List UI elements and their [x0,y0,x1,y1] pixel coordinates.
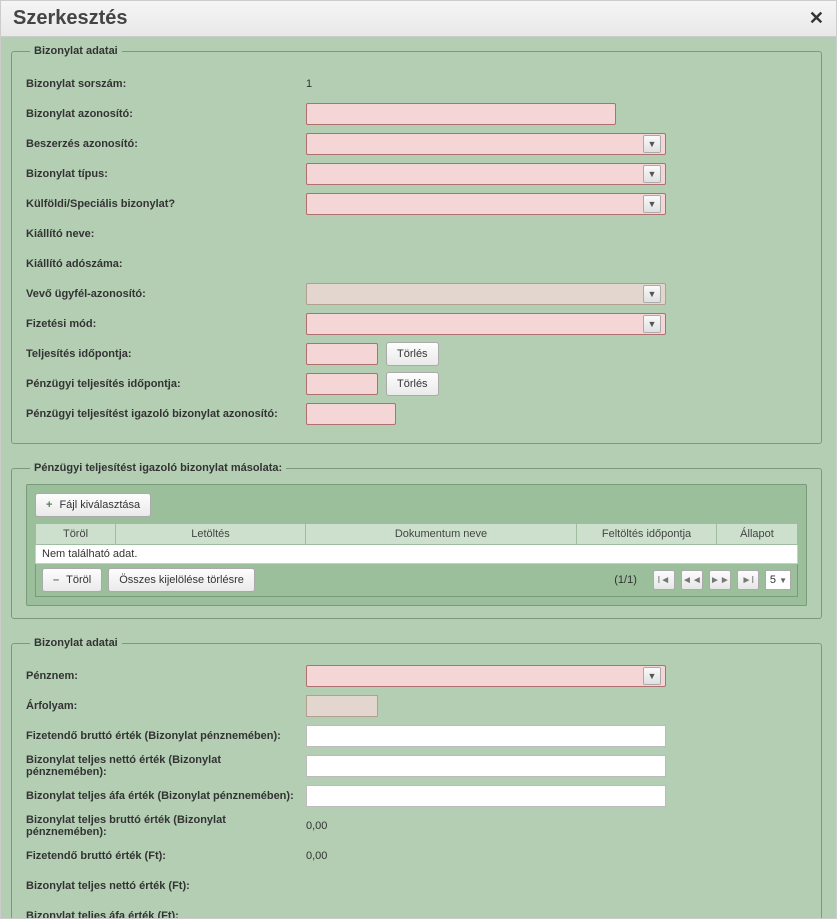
panel-legend: Pénzügyi teljesítést igazoló bizonylat m… [30,462,286,474]
label-arfolyam: Árfolyam: [26,700,306,712]
label-penznem: Pénznem: [26,670,306,682]
select-file-button[interactable]: Fájl kiválasztása [35,493,151,517]
plus-icon [46,499,55,511]
combo-penznem[interactable]: ▼ [306,665,666,687]
input-netto-pn[interactable] [306,755,666,777]
label-netto-pn: Bizonylat teljes nettó érték (Bizonylat … [26,754,306,778]
pager-row: Töröl Összes kijelölése törlésre (1/1) I… [35,564,798,597]
chevron-down-icon: ▼ [643,667,661,685]
label-azonosito: Bizonylat azonosító: [26,108,306,120]
label-teljesites: Teljesítés időpontja: [26,348,306,360]
dialog-header: Szerkesztés ✕ [1,1,836,37]
input-penzteljesites-date[interactable] [306,373,378,395]
label-brutto-pn: Bizonylat teljes bruttó érték (Bizonylat… [26,814,306,838]
file-table-header: Töröl Letöltés Dokumentum neve Feltöltés… [35,523,798,545]
select-all-delete-button[interactable]: Összes kijelölése törlésre [108,568,255,592]
panel-legend: Bizonylat adatai [30,45,122,57]
th-name: Dokumentum neve [306,524,577,544]
chevron-down-icon: ▼ [643,165,661,183]
input-azonosito[interactable] [306,103,616,125]
value-brutto-pn: 0,00 [306,820,327,832]
label-fizmod: Fizetési mód: [26,318,306,330]
chevron-down-icon: ▼ [643,195,661,213]
minus-icon [53,574,62,586]
th-download: Letöltés [116,524,306,544]
combo-beszerzes[interactable]: ▼ [306,133,666,155]
label-vevo: Vevő ügyfél-azonosító: [26,288,306,300]
select-file-label: Fájl kiválasztása [59,499,140,511]
pager-first-icon[interactable]: I◄ [653,570,675,590]
label-penzbiz: Pénzügyi teljesítést igazoló bizonylat a… [26,408,306,420]
input-afa-pn[interactable] [306,785,666,807]
th-time: Feltöltés időpontja [577,524,717,544]
label-kiallito-nev: Kiállító neve: [26,228,306,240]
pager-last-icon[interactable]: ►I [737,570,759,590]
label-tipus: Bizonylat típus: [26,168,306,180]
label-penzteljesites: Pénzügyi teljesítés időpontja: [26,378,306,390]
input-arfolyam[interactable] [306,695,378,717]
panel-legend: Bizonylat adatai [30,637,122,649]
pager-info: (1/1) [614,574,637,586]
label-kulfoldi: Külföldi/Speciális bizonylat? [26,198,306,210]
label-afa-ft: Bizonylat teljes áfa érték (Ft): [26,910,306,918]
edit-dialog: Szerkesztés ✕ Bizonylat adatai Bizonylat… [0,0,837,919]
label-sorszam: Bizonylat sorszám: [26,78,306,90]
pager-size-select[interactable]: 5 [765,570,791,590]
input-teljesites-date[interactable] [306,343,378,365]
combo-vevo[interactable]: ▼ [306,283,666,305]
panel-bizonylat-adatai-1: Bizonylat adatai Bizonylat sorszám: 1 Bi… [11,45,822,444]
dialog-body[interactable]: Bizonylat adatai Bizonylat sorszám: 1 Bi… [1,37,836,918]
dialog-title: Szerkesztés [13,7,128,30]
combo-tipus[interactable]: ▼ [306,163,666,185]
panel-bizonylat-adatai-2: Bizonylat adatai Pénznem: ▼ Árfolyam: Fi… [11,637,822,918]
th-status: Állapot [717,524,797,544]
file-upload-section: Fájl kiválasztása Töröl Letöltés Dokumen… [26,484,807,606]
value-fiz-brutto-ft: 0,00 [306,850,327,862]
clear-penzteljesites-button[interactable]: Törlés [386,372,439,396]
pager-size-value: 5 [770,574,776,586]
pager-next-icon[interactable]: ►► [709,570,731,590]
label-kiallito-ado: Kiállító adószáma: [26,258,306,270]
file-table-empty: Nem található adat. [35,545,798,564]
combo-fizmod[interactable]: ▼ [306,313,666,335]
pager-prev-icon[interactable]: ◄◄ [681,570,703,590]
label-beszerzes: Beszerzés azonosító: [26,138,306,150]
value-sorszam: 1 [306,78,312,90]
input-penzbiz[interactable] [306,403,396,425]
clear-teljesites-button[interactable]: Törlés [386,342,439,366]
combo-kulfoldi[interactable]: ▼ [306,193,666,215]
label-afa-pn: Bizonylat teljes áfa érték (Bizonylat pé… [26,790,306,802]
label-fiz-brutto-ft: Fizetendő bruttó érték (Ft): [26,850,306,862]
chevron-down-icon: ▼ [643,315,661,333]
panel-file-penzugyi: Pénzügyi teljesítést igazoló bizonylat m… [11,462,822,619]
close-icon[interactable]: ✕ [809,8,824,29]
delete-selected-button[interactable]: Töröl [42,568,102,592]
th-delete: Töröl [36,524,116,544]
chevron-down-icon: ▼ [643,285,661,303]
label-netto-ft: Bizonylat teljes nettó érték (Ft): [26,880,306,892]
label-fiz-brutto-pn: Fizetendő bruttó érték (Bizonylat pénzne… [26,730,306,742]
delete-label: Töröl [66,574,91,586]
input-fiz-brutto-pn[interactable] [306,725,666,747]
chevron-down-icon: ▼ [643,135,661,153]
